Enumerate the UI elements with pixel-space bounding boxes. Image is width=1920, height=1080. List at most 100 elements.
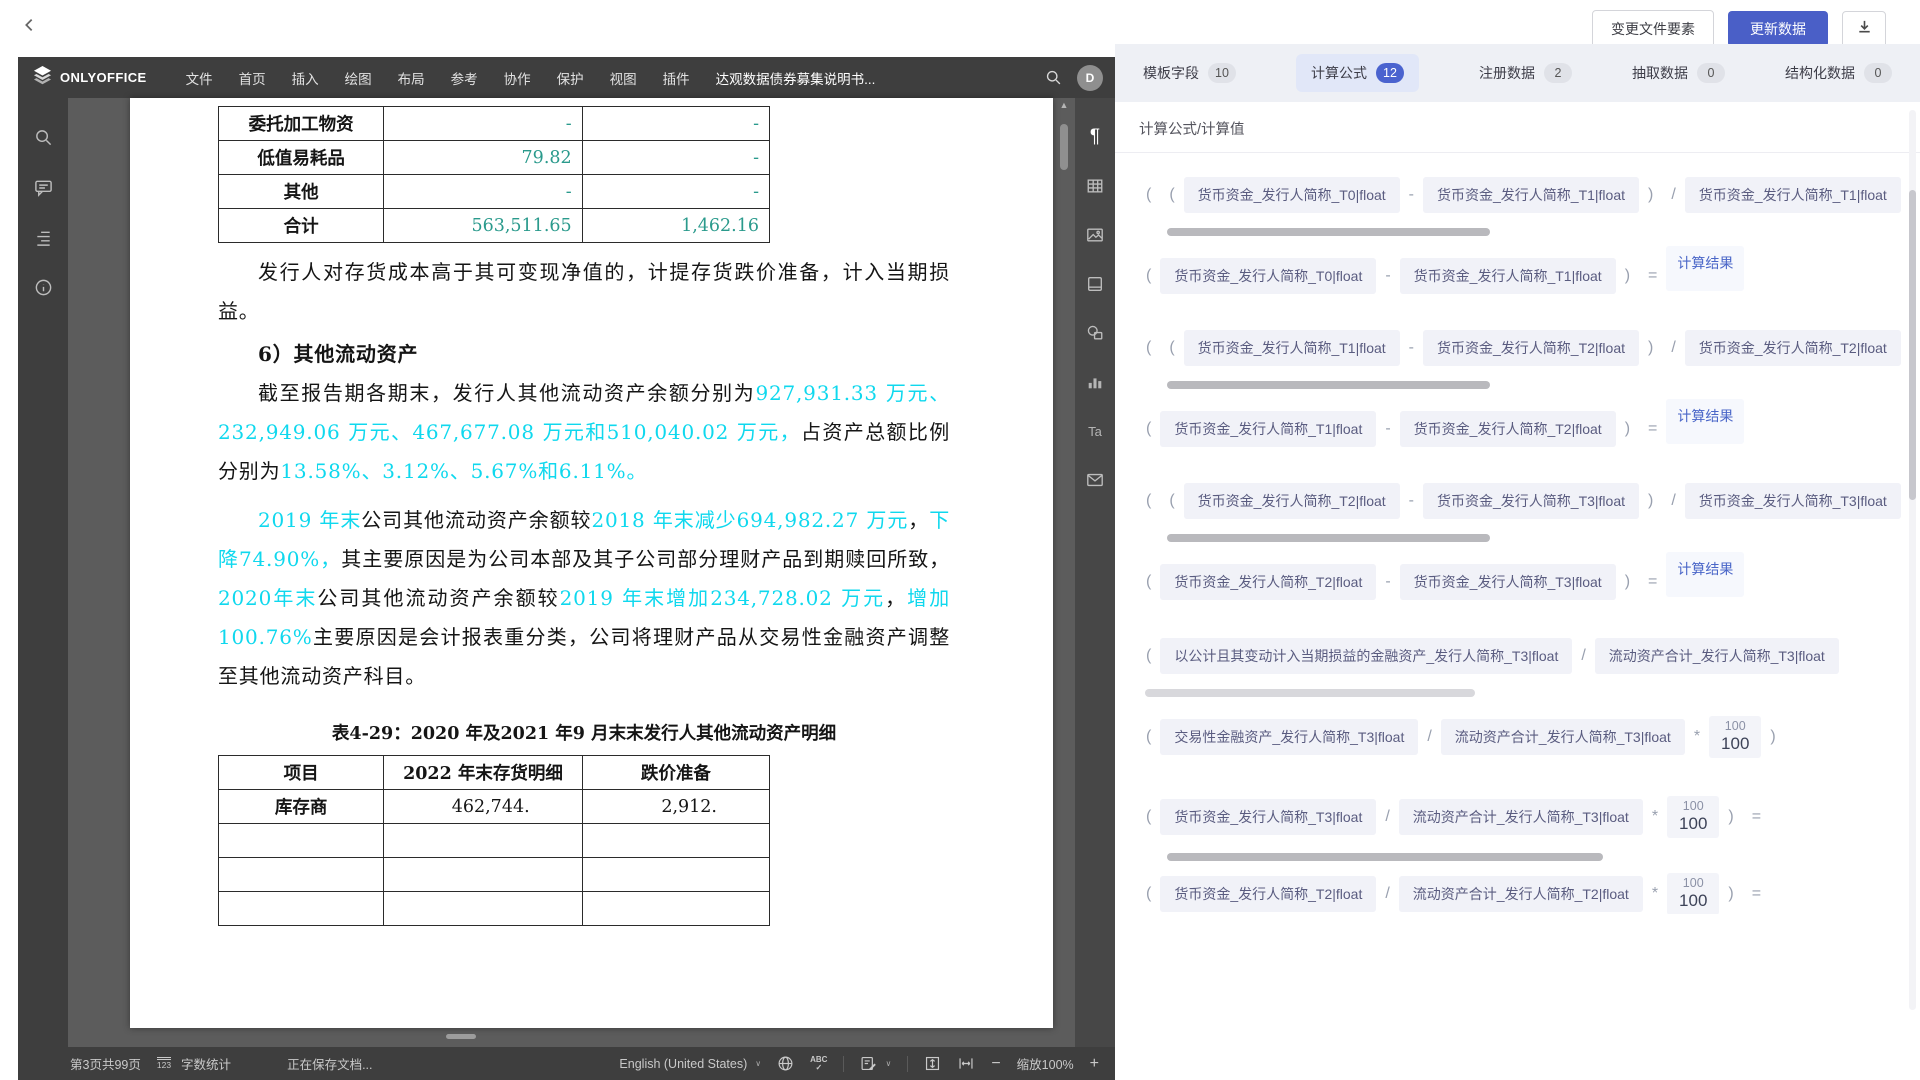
field-chip[interactable]: 货币资金_发行人简称_T2|float bbox=[1423, 330, 1639, 366]
back-button[interactable] bbox=[12, 10, 46, 44]
field-chip[interactable]: 货币资金_发行人简称_T1|float bbox=[1184, 330, 1400, 366]
menu-item-4[interactable]: 布局 bbox=[385, 68, 438, 88]
panel-scrollbar-thumb[interactable] bbox=[1909, 190, 1916, 500]
field-chip[interactable]: 货币资金_发行人简称_T2|float bbox=[1685, 330, 1901, 366]
tab-计算公式[interactable]: 计算公式12 bbox=[1296, 54, 1419, 92]
fraction-chip[interactable]: 100100 bbox=[1667, 796, 1719, 837]
formula-operator[interactable]: ( bbox=[1146, 728, 1151, 746]
field-chip[interactable]: 货币资金_发行人简称_T1|float bbox=[1400, 258, 1616, 294]
field-chip[interactable]: 流动资产合计_发行人简称_T3|float bbox=[1399, 799, 1643, 835]
menu-item-7[interactable]: 保护 bbox=[544, 68, 597, 88]
shape-settings-icon[interactable] bbox=[1084, 322, 1106, 344]
formula-operator[interactable]: ( bbox=[1146, 186, 1151, 204]
word-count-icon[interactable]: 123 bbox=[157, 1057, 171, 1070]
search-icon[interactable] bbox=[1043, 68, 1063, 88]
calculation-result-chip[interactable]: 计算结果 bbox=[1666, 399, 1744, 444]
formula-operator[interactable]: ( bbox=[1169, 186, 1174, 204]
field-chip[interactable]: 流动资产合计_发行人简称_T2|float bbox=[1399, 876, 1643, 912]
formula-operator[interactable]: ) bbox=[1625, 573, 1630, 591]
fraction-chip[interactable]: 100100 bbox=[1709, 716, 1761, 757]
zoom-out-icon[interactable]: − bbox=[991, 1055, 1000, 1073]
comments-icon[interactable] bbox=[33, 177, 53, 197]
formula-operator[interactable]: * bbox=[1652, 885, 1658, 903]
avatar[interactable]: D bbox=[1077, 65, 1103, 91]
field-chip[interactable]: 流动资产合计_发行人简称_T3|float bbox=[1441, 719, 1685, 755]
field-chip[interactable]: 货币资金_发行人简称_T1|float bbox=[1423, 177, 1639, 213]
formula-operator[interactable]: ) bbox=[1728, 808, 1733, 826]
formula-operator[interactable]: - bbox=[1385, 573, 1390, 591]
formula-operator[interactable]: - bbox=[1409, 186, 1414, 204]
formula-operator[interactable]: ( bbox=[1146, 573, 1151, 591]
document-page[interactable]: 委托加工物资--低值易耗品79.82-其他--合计563,511.651,462… bbox=[130, 98, 1053, 1028]
formula-operator[interactable]: ) bbox=[1648, 492, 1653, 510]
formula-operator[interactable]: ( bbox=[1146, 885, 1151, 903]
formula-operator[interactable]: ( bbox=[1146, 339, 1151, 357]
formula-operator[interactable]: * bbox=[1694, 728, 1700, 746]
field-chip[interactable]: 货币资金_发行人简称_T3|float bbox=[1685, 483, 1901, 519]
table-settings-icon[interactable] bbox=[1084, 175, 1106, 197]
field-chip[interactable]: 以公计且其变动计入当期损益的金融资产_发行人简称_T3|float bbox=[1160, 638, 1572, 674]
formula-operator[interactable]: ( bbox=[1169, 339, 1174, 357]
document-horizontal-scrollbar[interactable] bbox=[446, 1034, 476, 1039]
language-selector[interactable]: English (United States) bbox=[619, 1057, 747, 1071]
formula-operator[interactable]: / bbox=[1385, 885, 1389, 903]
menu-item-10[interactable]: 达观数据债券募集说明书... bbox=[703, 68, 889, 88]
formula-operator[interactable]: - bbox=[1385, 267, 1390, 285]
field-chip[interactable]: 货币资金_发行人简称_T2|float bbox=[1400, 411, 1616, 447]
menu-item-0[interactable]: 文件 bbox=[173, 68, 226, 88]
field-chip[interactable]: 流动资产合计_发行人简称_T3|float bbox=[1595, 638, 1839, 674]
formula-operator[interactable]: ) bbox=[1648, 339, 1653, 357]
formula-horizontal-scrollbar[interactable] bbox=[1145, 689, 1475, 697]
field-chip[interactable]: 货币资金_发行人简称_T0|float bbox=[1160, 258, 1376, 294]
formula-horizontal-scrollbar[interactable] bbox=[1167, 853, 1603, 861]
calculation-result-chip[interactable]: 计算结果 bbox=[1666, 246, 1744, 291]
formula-horizontal-scrollbar[interactable] bbox=[1167, 228, 1490, 236]
formula-operator[interactable]: ( bbox=[1169, 492, 1174, 510]
formula-operator[interactable]: ) bbox=[1625, 420, 1630, 438]
update-data-button[interactable]: 更新数据 bbox=[1728, 11, 1828, 47]
spellcheck-icon[interactable]: ABC✓ bbox=[810, 1056, 827, 1072]
formula-operator[interactable]: = bbox=[1648, 267, 1657, 285]
scrollbar-thumb[interactable] bbox=[1060, 124, 1068, 170]
field-chip[interactable]: 货币资金_发行人简称_T1|float bbox=[1685, 177, 1901, 213]
download-button[interactable] bbox=[1842, 11, 1886, 48]
field-chip[interactable]: 交易性金融资产_发行人简称_T3|float bbox=[1160, 719, 1418, 755]
globe-icon[interactable] bbox=[777, 1055, 794, 1072]
mail-merge-icon[interactable] bbox=[1084, 469, 1106, 491]
formula-operator[interactable]: ( bbox=[1146, 420, 1151, 438]
field-chip[interactable]: 货币资金_发行人简称_T3|float bbox=[1400, 564, 1616, 600]
formula-operator[interactable]: = bbox=[1752, 808, 1761, 826]
menu-item-2[interactable]: 插入 bbox=[279, 68, 332, 88]
field-chip[interactable]: 货币资金_发行人简称_T2|float bbox=[1160, 564, 1376, 600]
formula-operator[interactable]: / bbox=[1581, 647, 1585, 665]
formula-row[interactable]: (货币资金_发行人简称_T1|float-货币资金_发行人简称_T2|float… bbox=[1137, 409, 1920, 449]
navigation-icon[interactable] bbox=[33, 227, 53, 247]
formula-row[interactable]: (货币资金_发行人简称_T3|float/流动资产合计_发行人简称_T3|flo… bbox=[1137, 797, 1920, 837]
formula-operator[interactable]: ( bbox=[1146, 647, 1151, 665]
formula-operator[interactable]: ( bbox=[1146, 492, 1151, 510]
word-count-label[interactable]: 字数统计 bbox=[181, 1054, 231, 1073]
scroll-up-icon[interactable]: ▲ bbox=[1056, 100, 1072, 110]
fit-width-icon[interactable] bbox=[957, 1055, 975, 1072]
formula-row[interactable]: ( 货币资金_发行人简称_T2|float-货币资金_发行人简称_T3|float… bbox=[1137, 562, 1920, 602]
formula-row[interactable]: ( 货币资金_发行人简称_T2|float / 流动资产合计_发行人简称_T2|flo… bbox=[1137, 874, 1920, 914]
menu-item-8[interactable]: 视图 bbox=[597, 68, 650, 88]
page-indicator[interactable]: 第3页共99页 bbox=[70, 1054, 141, 1073]
formula-row[interactable]: (货币资金_发行人简称_T0|float-货币资金_发行人简称_T1|float… bbox=[1137, 256, 1920, 296]
image-settings-icon[interactable] bbox=[1084, 224, 1106, 246]
field-chip[interactable]: 货币资金_发行人简称_T2|float bbox=[1184, 483, 1400, 519]
formula-operator[interactable]: ) bbox=[1625, 267, 1630, 285]
zoom-in-icon[interactable]: + bbox=[1090, 1055, 1099, 1073]
tab-抽取数据[interactable]: 抽取数据0 bbox=[1632, 63, 1725, 83]
field-chip[interactable]: 货币资金_发行人简称_T2|float bbox=[1160, 876, 1376, 912]
tab-结构化数据[interactable]: 结构化数据0 bbox=[1785, 63, 1892, 83]
formula-operator[interactable]: ( bbox=[1146, 808, 1151, 826]
fit-page-icon[interactable] bbox=[924, 1055, 941, 1072]
change-file-elements-button[interactable]: 变更文件要素 bbox=[1592, 10, 1714, 48]
formula-operator[interactable]: / bbox=[1671, 339, 1675, 357]
formula-row[interactable]: ((货币资金_发行人简称_T2|float-货币资金_发行人简称_T3|floa… bbox=[1137, 481, 1920, 521]
formula-horizontal-scrollbar[interactable] bbox=[1167, 381, 1490, 389]
about-icon[interactable] bbox=[33, 277, 53, 297]
formula-horizontal-scrollbar[interactable] bbox=[1167, 534, 1490, 542]
paragraph-settings-icon[interactable]: ¶ bbox=[1084, 126, 1106, 148]
